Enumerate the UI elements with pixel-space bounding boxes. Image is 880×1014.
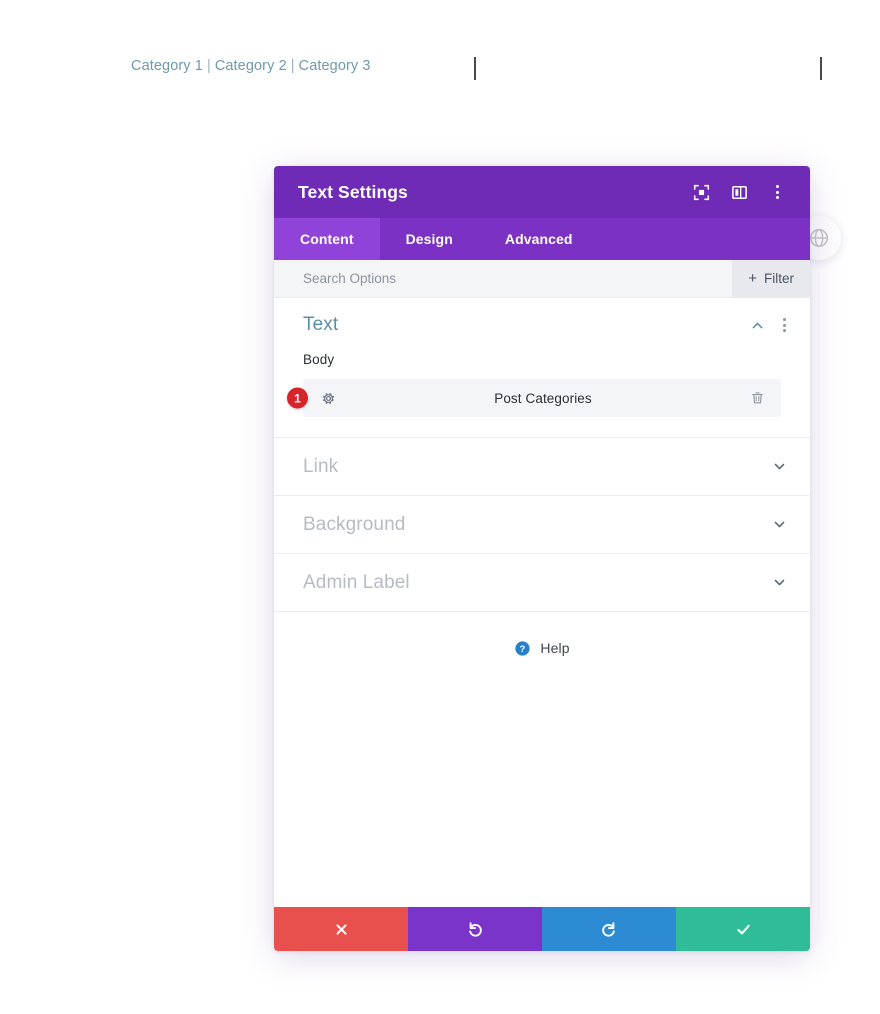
section-text: Text Body 1 Post Categories <box>274 298 810 438</box>
section-background-title: Background <box>303 513 406 535</box>
chevron-down-icon <box>774 463 785 470</box>
more-options-icon[interactable] <box>768 183 786 201</box>
undo-button[interactable] <box>408 907 542 951</box>
modal-header: Text Settings <box>274 166 810 218</box>
section-text-more-icon[interactable] <box>783 318 786 332</box>
gear-icon[interactable] <box>321 391 336 406</box>
modal-title: Text Settings <box>298 181 408 202</box>
tab-content[interactable]: Content <box>274 218 380 260</box>
tab-design[interactable]: Design <box>380 218 479 260</box>
modal-header-actions <box>692 183 793 201</box>
page-root: Category 1 | Category 2 | Category 3 Text Se… <box>0 0 880 1014</box>
section-text-title: Text <box>303 314 339 335</box>
post-categories-line: Category 1 | Category 2 | Category 3 <box>131 58 371 74</box>
help-button[interactable]: ? Help <box>274 612 810 684</box>
filter-button-label: Filter <box>764 271 794 286</box>
undo-icon <box>469 922 482 937</box>
search-input[interactable] <box>274 260 733 297</box>
section-admin-label[interactable]: Admin Label <box>274 554 810 612</box>
trash-icon[interactable] <box>750 390 765 406</box>
error-count-badge: 1 <box>287 387 308 409</box>
section-link-title: Link <box>303 455 339 477</box>
search-row: + Filter <box>274 260 810 298</box>
svg-text:?: ? <box>520 644 526 654</box>
chevron-down-icon <box>774 521 785 528</box>
section-admin-label-title: Admin Label <box>303 571 410 593</box>
cancel-button[interactable] <box>274 907 408 951</box>
chevron-down-icon <box>774 579 785 586</box>
section-text-header[interactable]: Text <box>274 298 810 352</box>
globe-icon <box>809 228 829 248</box>
modal-footer <box>274 907 810 951</box>
section-background[interactable]: Background <box>274 496 810 554</box>
tab-advanced[interactable]: Advanced <box>479 218 599 260</box>
modal-body: Text Body 1 Post Categories Link Backgro… <box>274 298 810 907</box>
chevron-up-icon[interactable] <box>751 319 764 332</box>
body-field-label: Body <box>303 352 335 367</box>
more-options-dots <box>775 185 779 199</box>
section-text-actions <box>751 318 786 332</box>
category-link-1[interactable]: Category 1 <box>131 58 203 74</box>
category-link-3[interactable]: Category 3 <box>299 58 371 74</box>
panel-layout-icon[interactable] <box>730 183 748 201</box>
redo-icon <box>602 922 615 937</box>
dynamic-content-value: Post Categories <box>494 390 592 406</box>
focus-expand-icon[interactable] <box>692 183 710 201</box>
section-link[interactable]: Link <box>274 438 810 496</box>
column-guide-marker-left <box>474 57 476 80</box>
modal-tab-bar: Content Design Advanced <box>274 218 810 260</box>
text-settings-modal: Text Settings Content Design Advanced Se… <box>274 166 810 951</box>
category-separator-2: | <box>290 58 295 74</box>
redo-button[interactable] <box>542 907 676 951</box>
column-guide-marker-right <box>820 57 822 80</box>
plus-icon: + <box>748 270 757 287</box>
close-icon <box>335 923 347 935</box>
filter-button[interactable]: + Filter <box>732 260 810 297</box>
body-field-block: Body 1 Post Categories <box>274 352 810 437</box>
save-button[interactable] <box>676 907 810 951</box>
dynamic-content-row: 1 Post Categories <box>287 379 781 417</box>
help-circle-icon: ? <box>515 640 531 656</box>
check-icon <box>736 924 750 934</box>
category-separator-1: | <box>206 58 211 74</box>
help-label: Help <box>540 640 570 656</box>
category-link-2[interactable]: Category 2 <box>215 58 287 74</box>
